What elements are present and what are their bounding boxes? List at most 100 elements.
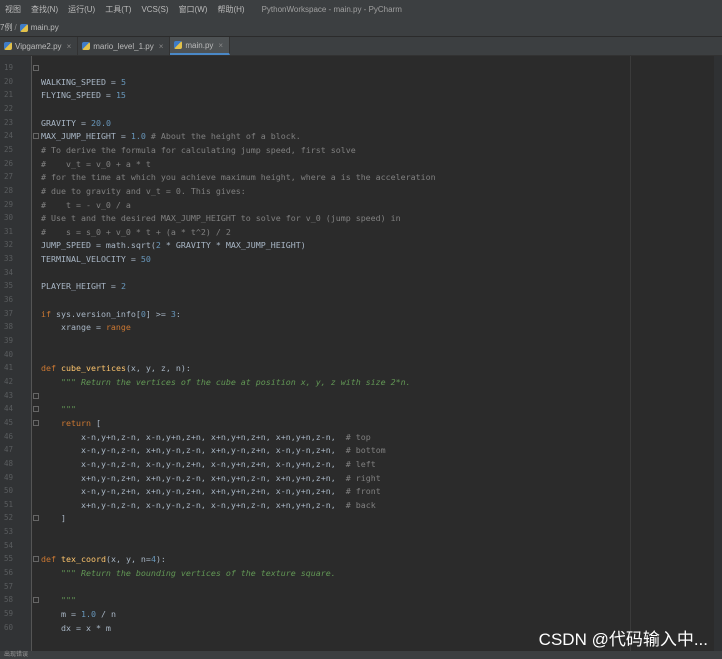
code-line: 42 """ Return the vertices of the cube a… <box>0 375 714 389</box>
code-line: 49 x+n,y-n,z+n, x+n,y-n,z-n, x+n,y+n,z-n… <box>0 471 714 485</box>
line-number: 29 <box>3 199 13 209</box>
code-text[interactable]: FLYING_SPEED = 15 <box>41 88 126 102</box>
line-number: 49 <box>3 472 13 482</box>
menu-item[interactable]: 窗口(W) <box>174 4 213 15</box>
code-text[interactable]: # s = s_0 + v_0 * t + (a * t^2) / 2 <box>41 225 231 239</box>
code-text[interactable]: # v_t = v_0 + a * t <box>41 157 151 171</box>
code-line: 54 <box>0 539 714 553</box>
editor-tab[interactable]: main.py × <box>170 37 231 55</box>
fold-toggle-icon[interactable] <box>33 392 39 399</box>
line-number: 44 <box>3 404 13 414</box>
code-text[interactable]: x-n,y+n,z-n, x-n,y+n,z+n, x+n,y+n,z+n, x… <box>41 430 371 444</box>
menu-item[interactable]: 查找(N) <box>26 4 63 15</box>
code-text[interactable]: def tex_coord(x, y, n=4): <box>41 552 166 566</box>
code-text[interactable]: x-n,y-n,z-n, x+n,y-n,z-n, x+n,y-n,z+n, x… <box>41 443 386 457</box>
line-number: 21 <box>3 90 13 100</box>
close-icon[interactable]: × <box>67 42 72 51</box>
code-line: 25 # To derive the formula for calculatin… <box>0 143 714 157</box>
code-editor[interactable]: 19 20 WALKING_SPEED = 5 21 FLYING_SPEED = 1… <box>0 56 722 651</box>
code-line: 48 x-n,y-n,z-n, x-n,y-n,z+n, x-n,y+n,z+n… <box>0 457 714 471</box>
code-text[interactable]: dx = x * m <box>41 621 111 635</box>
code-line: 19 <box>0 61 714 75</box>
line-number: 20 <box>3 76 13 86</box>
code-line: 58 """ <box>0 593 714 607</box>
code-text[interactable]: x+n,y-n,z+n, x+n,y-n,z-n, x+n,y+n,z-n, x… <box>41 471 381 485</box>
code-line: 46 x-n,y+n,z-n, x-n,y+n,z+n, x+n,y+n,z+n… <box>0 430 714 444</box>
code-text[interactable]: TERMINAL_VELOCITY = 50 <box>41 252 151 266</box>
line-number: 19 <box>3 63 13 72</box>
code-line: 32 JUMP_SPEED = math.sqrt(2 * GRAVITY * M… <box>0 238 714 252</box>
code-text[interactable]: """ <box>41 402 76 416</box>
line-number: 26 <box>3 158 13 168</box>
code-text[interactable]: ] <box>41 511 66 525</box>
fold-toggle-icon[interactable] <box>33 515 39 522</box>
code-text[interactable]: m = 1.0 / n <box>41 607 116 621</box>
code-line: 44 """ <box>0 402 714 416</box>
line-number: 28 <box>3 185 13 195</box>
editor-tab[interactable]: Vipgame2.py × <box>0 37 79 55</box>
close-icon[interactable]: × <box>159 42 164 51</box>
code-text[interactable]: # To derive the formula for calculating … <box>41 143 356 157</box>
code-line: 29 # t = - v_0 / a <box>0 198 714 212</box>
breadcrumb-prefix[interactable]: 7例 <box>0 22 12 33</box>
code-line: 31 # s = s_0 + v_0 * t + (a * t^2) / 2 <box>0 225 714 239</box>
code-text[interactable]: """ Return the vertices of the cube at p… <box>41 375 411 389</box>
code-line: 22 <box>0 102 714 116</box>
code-text[interactable]: """ <box>41 593 76 607</box>
code-text[interactable]: return [ <box>41 416 101 430</box>
close-icon[interactable]: × <box>218 41 223 50</box>
line-number: 53 <box>3 527 13 537</box>
code-line: 47 x-n,y-n,z-n, x+n,y-n,z-n, x+n,y-n,z+n… <box>0 443 714 457</box>
code-line: 36 <box>0 293 714 307</box>
code-line: 40 <box>0 348 714 362</box>
code-text[interactable]: """ Return the bounding vertices of the … <box>41 566 336 580</box>
code-text[interactable] <box>41 61 61 75</box>
code-text[interactable]: x-n,y-n,z-n, x-n,y-n,z+n, x-n,y+n,z+n, x… <box>41 457 376 471</box>
code-text[interactable]: GRAVITY = 20.0 <box>41 116 111 130</box>
code-line: 34 <box>0 266 714 280</box>
fold-toggle-icon[interactable] <box>33 556 39 563</box>
fold-toggle-icon[interactable] <box>33 133 39 140</box>
editor-tab[interactable]: mario_level_1.py × <box>78 37 171 55</box>
code-text[interactable]: x+n,y-n,z-n, x-n,y-n,z-n, x-n,y+n,z-n, x… <box>41 498 376 512</box>
code-text[interactable]: # due to gravity and v_t = 0. This gives… <box>41 184 246 198</box>
line-number: 46 <box>3 431 13 441</box>
breadcrumb-file[interactable]: main.py <box>31 23 59 32</box>
fold-toggle-icon[interactable] <box>33 65 39 71</box>
code-text[interactable]: xrange = range <box>41 320 131 334</box>
fold-toggle-icon[interactable] <box>33 419 39 426</box>
code-line: 26 # v_t = v_0 + a * t <box>0 157 714 171</box>
code-text[interactable]: MAX_JUMP_HEIGHT = 1.0 # About the height… <box>41 129 301 143</box>
code-text[interactable]: def cube_vertices(x, y, z, n): <box>41 361 191 375</box>
menu-item[interactable]: 工具(T) <box>100 4 136 15</box>
code-text[interactable]: x-n,y-n,z+n, x+n,y-n,z+n, x+n,y+n,z+n, x… <box>41 484 381 498</box>
line-number: 30 <box>3 213 13 223</box>
line-number: 24 <box>3 131 13 141</box>
code-line: 59 m = 1.0 / n <box>0 607 714 621</box>
code-text[interactable]: # Use t and the desired MAX_JUMP_HEIGHT … <box>41 211 401 225</box>
menu-item[interactable]: VCS(S) <box>136 5 173 14</box>
code-text[interactable]: # t = - v_0 / a <box>41 198 131 212</box>
line-number: 32 <box>3 240 13 250</box>
line-number: 23 <box>3 117 13 127</box>
code-line: 28 # due to gravity and v_t = 0. This giv… <box>0 184 714 198</box>
code-text[interactable]: PLAYER_HEIGHT = 2 <box>41 279 126 293</box>
menu-item[interactable]: 视图 <box>0 4 26 15</box>
menu-item[interactable]: 帮助(H) <box>212 4 249 15</box>
code-text[interactable]: JUMP_SPEED = math.sqrt(2 * GRAVITY * MAX… <box>41 238 306 252</box>
code-text[interactable]: WALKING_SPEED = 5 <box>41 75 126 89</box>
code-text[interactable]: if sys.version_info[0] >= 3: <box>41 307 181 321</box>
code-text[interactable]: # for the time at which you achieve maxi… <box>41 170 436 184</box>
fold-toggle-icon[interactable] <box>33 597 39 604</box>
editor-tab-bar: Vipgame2.py × mario_level_1.py × main.py × <box>0 37 722 56</box>
line-number: 38 <box>3 322 13 332</box>
code-line: 51 x+n,y-n,z-n, x-n,y-n,z-n, x-n,y+n,z-n… <box>0 498 714 512</box>
line-number: 42 <box>3 376 13 386</box>
menu-item[interactable]: 运行(U) <box>63 4 100 15</box>
line-number: 43 <box>3 390 13 400</box>
line-number: 50 <box>3 486 13 496</box>
vertical-scrollbar[interactable] <box>714 56 722 651</box>
fold-toggle-icon[interactable] <box>33 406 39 413</box>
code-line: 20 WALKING_SPEED = 5 <box>0 75 714 89</box>
line-number: 40 <box>3 349 13 359</box>
